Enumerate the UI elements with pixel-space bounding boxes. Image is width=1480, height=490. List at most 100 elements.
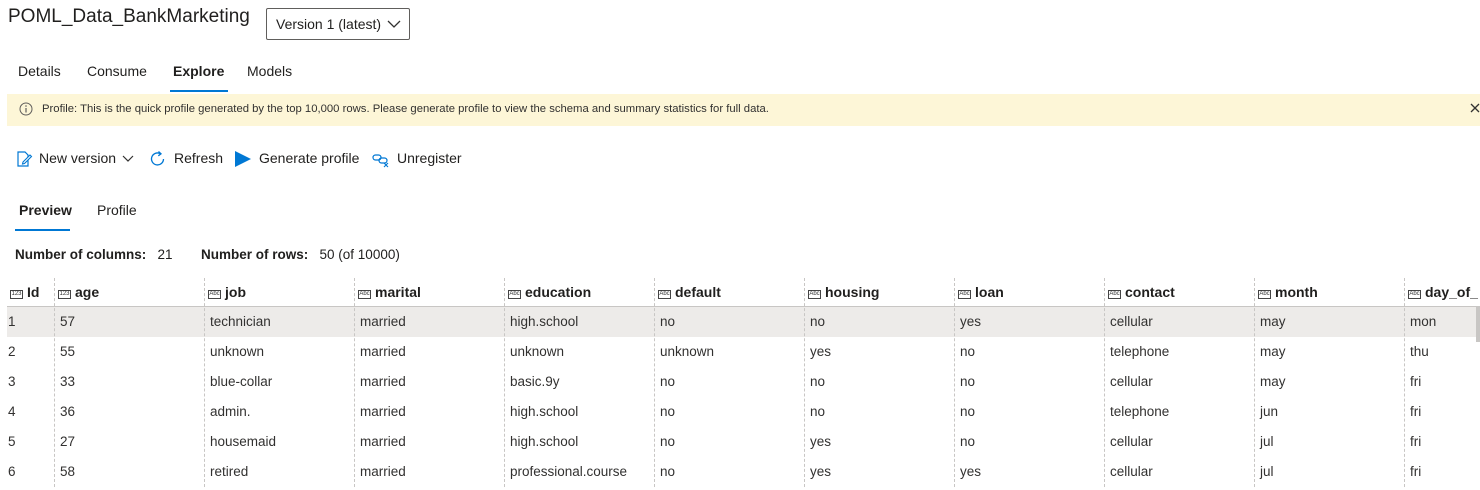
column-header-housing[interactable]: Abc housing — [808, 284, 879, 300]
table-cell: jul — [1260, 464, 1274, 479]
column-header-label: housing — [825, 284, 880, 300]
column-separator — [1254, 278, 1255, 487]
table-cell: 6 — [8, 464, 16, 479]
new-version-icon — [17, 151, 33, 167]
column-header-label: Id — [27, 284, 40, 300]
column-separator — [204, 278, 205, 487]
tab-details[interactable]: Details — [18, 63, 61, 79]
column-header-default[interactable]: Abc default — [658, 284, 721, 300]
tab-consume[interactable]: Consume — [87, 63, 147, 79]
rows-count-label: Number of rows: — [201, 247, 309, 262]
table-cell: no — [960, 434, 976, 449]
unregister-label: Unregister — [397, 150, 462, 166]
column-header-education[interactable]: Abc education — [508, 284, 591, 300]
table-row[interactable]: 1 57 technician married high.school no no yes ce… — [7, 307, 1480, 337]
table-cell: 1 — [8, 314, 16, 329]
column-separator — [804, 278, 805, 487]
column-separator — [54, 278, 55, 487]
table-cell: cellular — [1110, 374, 1153, 389]
tab-preview[interactable]: Preview — [19, 202, 72, 218]
table-cell: yes — [810, 344, 832, 359]
table-cell: fri — [1410, 434, 1422, 449]
column-header-day-of-[interactable]: Abc day_of_ — [1408, 284, 1478, 300]
chevron-down-icon — [122, 155, 134, 162]
column-header-age[interactable]: 123 age — [58, 284, 99, 300]
table-cell: 3 — [8, 374, 16, 389]
column-header-label: age — [75, 284, 100, 300]
table-row[interactable]: 6 58 retired married professional.course no ye… — [7, 457, 1480, 487]
play-icon — [235, 151, 251, 167]
column-header-job[interactable]: Abc job — [208, 284, 246, 300]
text-type-icon: Abc — [508, 290, 521, 299]
table-cell: 33 — [60, 374, 76, 389]
table-cell: retired — [210, 464, 249, 479]
column-separator — [504, 278, 505, 487]
close-icon[interactable] — [1469, 102, 1480, 114]
table-row[interactable]: 4 36 admin. married high.school no no no telepho… — [7, 397, 1480, 427]
column-header-Id[interactable]: 123 Id — [10, 284, 39, 300]
text-type-icon: Abc — [1408, 290, 1421, 299]
table-cell: no — [660, 374, 676, 389]
table-cell: 5 — [8, 434, 16, 449]
table-cell: no — [660, 314, 676, 329]
tab-explore[interactable]: Explore — [173, 63, 224, 79]
table-cell: high.school — [510, 314, 579, 329]
refresh-label: Refresh — [174, 150, 224, 166]
table-cell: unknown — [510, 344, 565, 359]
column-header-label: loan — [975, 284, 1004, 300]
generate-profile-label: Generate profile — [259, 150, 360, 166]
table-cell: admin. — [210, 404, 251, 419]
rows-count: Number of rows: 50 (of 10000) — [201, 247, 400, 262]
text-type-icon: Abc — [208, 290, 221, 299]
table-cell: no — [660, 464, 676, 479]
text-type-icon: Abc — [1108, 290, 1121, 299]
table-cell: 55 — [60, 344, 76, 359]
table-cell: no — [960, 374, 976, 389]
table-cell: cellular — [1110, 434, 1153, 449]
text-type-icon: Abc — [658, 290, 671, 299]
version-dropdown[interactable]: Version 1 (latest) — [266, 8, 410, 40]
table-cell: fri — [1410, 464, 1422, 479]
table-cell: high.school — [510, 434, 579, 449]
generate-profile-button[interactable]: Generate profile — [234, 148, 360, 170]
table-cell: no — [960, 404, 976, 419]
columns-count: Number of columns: 21 — [15, 247, 173, 262]
columns-count-label: Number of columns: — [15, 247, 147, 262]
text-type-icon: Abc — [1258, 290, 1271, 299]
table-cell: fri — [1410, 404, 1422, 419]
table-cell: cellular — [1110, 464, 1153, 479]
tab-models[interactable]: Models — [247, 63, 292, 79]
column-header-loan[interactable]: Abc loan — [958, 284, 1004, 300]
table-cell: may — [1260, 314, 1286, 329]
table-cell: married — [360, 404, 406, 419]
table-row[interactable]: 2 55 unknown married unknown unknown yes no tele… — [7, 337, 1480, 367]
tab-profile[interactable]: Profile — [97, 202, 137, 218]
table-cell: blue-collar — [210, 374, 273, 389]
table-cell: 27 — [60, 434, 76, 449]
table-row[interactable]: 5 27 housemaid married high.school no yes no cel… — [7, 427, 1480, 457]
table-cell: yes — [960, 464, 982, 479]
table-cell: telephone — [1110, 344, 1170, 359]
table-cell: 2 — [8, 344, 16, 359]
info-banner: Profile: This is the quick profile gener… — [7, 94, 1480, 126]
table-cell: yes — [810, 464, 832, 479]
column-header-contact[interactable]: Abc contact — [1108, 284, 1175, 300]
table-cell: professional.course — [510, 464, 628, 479]
table-cell: may — [1260, 374, 1286, 389]
table-cell: thu — [1410, 344, 1429, 359]
table-cell: high.school — [510, 404, 579, 419]
unregister-button[interactable]: Unregister — [372, 148, 467, 170]
column-header-month[interactable]: Abc month — [1258, 284, 1318, 300]
column-header-marital[interactable]: Abc marital — [358, 284, 421, 300]
refresh-button[interactable]: Refresh — [149, 148, 224, 170]
table-cell: married — [360, 314, 406, 329]
table-cell: married — [360, 434, 406, 449]
new-version-button[interactable]: New version — [15, 148, 135, 170]
text-type-icon: Abc — [358, 290, 371, 299]
table-row[interactable]: 3 33 blue-collar married basic.9y no no no cellu… — [7, 367, 1480, 397]
table-cell: mon — [1410, 314, 1437, 329]
numeric-type-icon: 123 — [10, 290, 23, 299]
table-cell: housemaid — [210, 434, 277, 449]
table-scrollbar[interactable] — [1476, 306, 1480, 342]
columns-count-value: 21 — [157, 247, 173, 262]
